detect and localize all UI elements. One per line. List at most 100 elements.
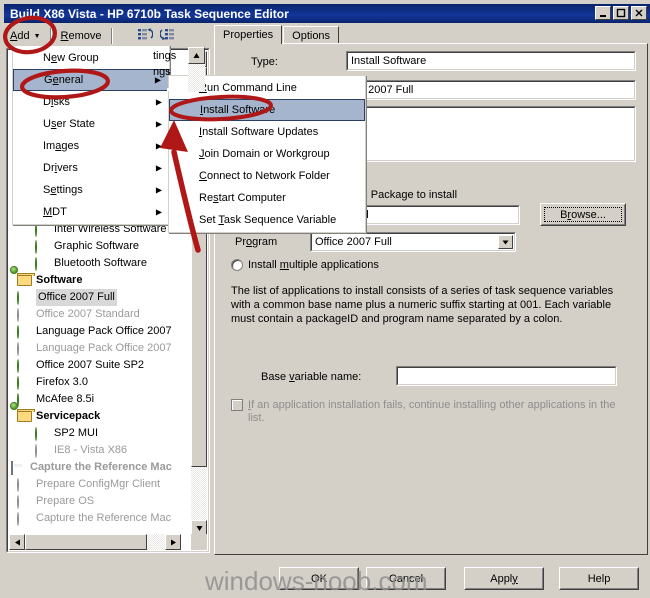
scroll-left-icon[interactable] [9,534,25,550]
tree-partial-label-2: ngs [153,66,171,78]
menu-item[interactable]: Drivers ▶ [13,157,169,179]
apply-button[interactable]: Apply [464,567,544,590]
move-down-icon[interactable] [159,27,175,45]
tree-item[interactable]: IE8 - Vista X86 [9,442,181,459]
tree-item[interactable]: Capture the Reference Mac [9,459,181,476]
add-menu[interactable]: New Group General ▶ Disks ▶ User State ▶ Images… [12,45,170,225]
tree-item[interactable]: Bluetooth Software [9,255,181,272]
browse-button[interactable]: Browse... [540,203,626,226]
menu-item-label: Connect to Network Folder [199,170,330,182]
chevron-down-icon[interactable] [498,235,513,249]
radio-dot-icon [231,259,243,271]
tree-hscroll-thumb[interactable] [25,534,147,550]
multi-description: The list of applications to install cons… [231,285,614,325]
menu-item[interactable]: MDT ▶ [13,201,169,223]
chevron-right-icon: ▶ [155,207,162,217]
minimize-icon[interactable] [595,6,611,20]
menu-item[interactable]: Install Software [169,99,365,121]
program-combobox[interactable]: Office 2007 Full [310,232,516,252]
menu-item-label: New Group [43,52,99,64]
add-button[interactable]: Add ▼ [6,26,45,46]
menu-item-label: Settings [43,184,83,196]
help-button[interactable]: Help [559,567,639,590]
package-field-value: Full [347,206,519,224]
editor-toolbar: Add ▼ Remove [6,25,210,47]
general-submenu[interactable]: Run Command Line Install Software Install … [168,75,366,233]
tree-item[interactable]: McAfee 8.5i [9,391,181,408]
tree-hscroll-track[interactable] [25,534,165,550]
scroll-up-icon-overlay[interactable] [188,47,205,64]
remove-button[interactable]: Remove [57,26,106,46]
menu-item-label: Set Task Sequence Variable [199,214,337,226]
help-button-label: Help [587,572,611,585]
menu-item-label: Install Software [200,104,276,116]
tree-item-label: McAfee 8.5i [36,393,95,405]
menu-item-label: Images [43,140,80,152]
menu-item[interactable]: Join Domain or Workgroup [169,143,365,165]
check-icon [35,426,37,441]
continue-on-fail-checkbox[interactable]: If an application installation fails, co… [231,399,631,425]
scroll-right-icon[interactable] [165,534,181,550]
window-buttons [595,6,647,20]
tree-item[interactable]: Capture the Reference Mac [9,510,181,527]
menu-item[interactable]: Install Software Updates [169,121,365,143]
tree-item[interactable]: Language Pack Office 2007 [9,323,181,340]
apply-button-label: Apply [490,572,518,585]
menu-item[interactable]: New Group [13,47,169,69]
move-up-icon[interactable] [137,27,153,45]
package-section-label: tion Package to install [350,189,458,201]
tab-options-label: Options [292,29,331,42]
add-button-label: Add [10,30,30,42]
tree-horizontal-scrollbar[interactable] [9,534,181,550]
check-off-icon [17,341,19,356]
tree-item[interactable]: Office 2007 Suite SP2 [9,357,181,374]
name-field[interactable]: ice 2007 Full [346,80,636,100]
menu-item[interactable]: Set Task Sequence Variable [169,209,365,231]
package-field[interactable]: Full [346,205,520,225]
check-off-icon [17,494,19,509]
tree-item-label: Prepare OS [36,495,95,507]
tree-item[interactable]: Office 2007 Standard [9,306,181,323]
tree-item[interactable]: Firefox 3.0 [9,374,181,391]
tree-item[interactable]: SP2 MUI [9,425,181,442]
menu-item[interactable]: Images ▶ [13,135,169,157]
check-off-icon [17,477,19,492]
install-multiple-radio[interactable]: Install multiple applications [231,259,531,271]
tree-item-label: Firefox 3.0 [36,376,88,388]
tree-item[interactable]: Language Pack Office 2007 [9,340,181,357]
menu-item[interactable]: General ▶ [13,69,169,91]
menu-item[interactable]: Connect to Network Folder [169,165,365,187]
tab-properties[interactable]: Properties [214,25,283,44]
tree-vscroll-track-overlay[interactable] [188,64,205,92]
tree-item[interactable]: Servicepack [9,401,181,425]
checkbox-icon [231,399,243,411]
remove-button-label: Remove [60,30,102,42]
general-submenu-items: Run Command Line Install Software Install … [169,77,365,231]
tree-item[interactable]: Graphic Software [9,238,181,255]
tree-item-label: Software [36,274,83,286]
tree-item-label: Capture the Reference Mac [30,461,172,473]
description-field[interactable] [346,106,636,162]
maximize-icon[interactable] [613,6,629,20]
scrollbar-corner [191,534,207,550]
base-variable-field[interactable] [396,366,617,386]
tree-item[interactable]: Prepare OS [9,493,181,510]
tree-item[interactable]: Prepare ConfigMgr Client [9,476,181,493]
tree-item-label: Office 2007 Full [36,289,117,306]
menu-item[interactable]: Restart Computer [169,187,365,209]
menu-item[interactable]: User State ▶ [13,113,169,135]
check-icon [17,358,19,373]
program-combobox-value: Office 2007 Full [311,233,515,251]
menu-item[interactable]: Settings ▶ [13,179,169,201]
tree-item[interactable]: Office 2007 Full [9,289,181,306]
tree-edge-filler [167,88,169,91]
toolbar-icon-group [137,27,175,45]
tree-item[interactable]: Software [9,265,181,289]
task-sequence-editor-window: Build X86 Vista - HP 6710b Task Sequence… [0,0,650,598]
menu-item[interactable]: Disks ▶ [13,91,169,113]
menu-item-label: Disks [43,96,70,108]
menu-item-label: Restart Computer [199,192,286,204]
tree-item-label: SP2 MUI [54,427,99,439]
tab-options[interactable]: Options [283,26,340,44]
close-icon[interactable] [631,6,647,20]
